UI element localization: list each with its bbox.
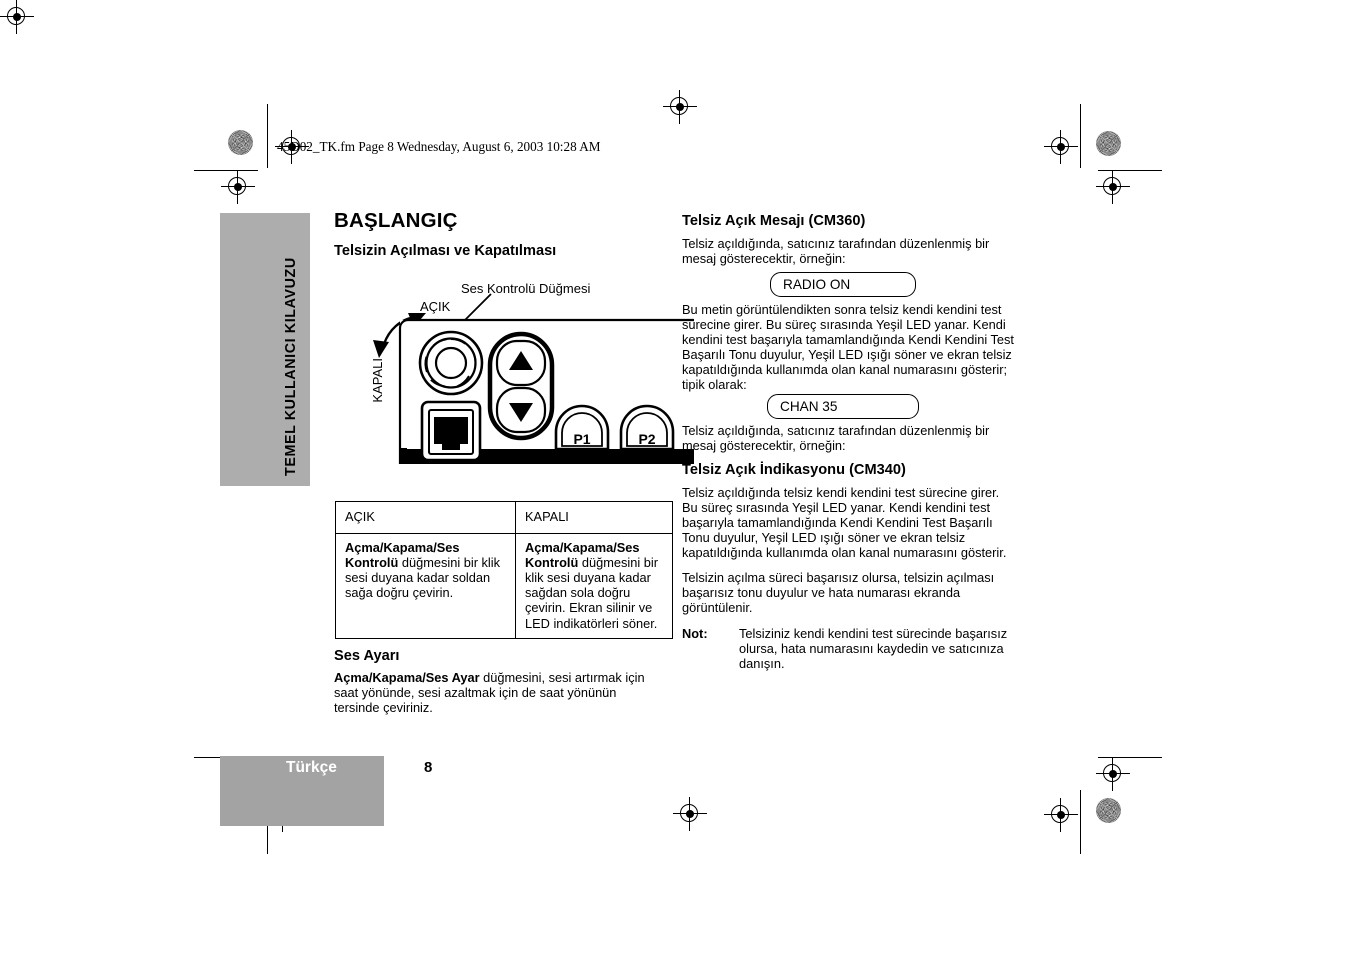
heading-cm340: Telsiz Açık İndikasyonu (CM340) bbox=[682, 462, 906, 478]
page-number: 8 bbox=[424, 759, 433, 776]
lcd-display-radio-on: RADIO ON bbox=[770, 272, 916, 297]
cm360-paragraph-3: Telsiz açıldığında, satıcınız tarafından… bbox=[682, 423, 990, 454]
registration-mark-left-upper bbox=[221, 170, 255, 204]
label-on: AÇIK bbox=[420, 299, 451, 314]
chapter-title: BAŞLANGIÇ bbox=[334, 209, 458, 232]
table-header-off: KAPALI bbox=[515, 500, 673, 535]
density-dot-bottom-right bbox=[1096, 798, 1121, 823]
programmable-button-p2: P2 bbox=[619, 404, 675, 451]
cm340-paragraph-1: Telsiz açıldığında telsiz kendi kendini … bbox=[682, 485, 1007, 561]
registration-mark-top-right bbox=[1044, 130, 1078, 164]
registration-mark-bottom-right bbox=[1044, 798, 1078, 832]
cm340-paragraph-2: Telsizin açılma süreci başarısız olursa,… bbox=[682, 570, 995, 616]
crop-rule-top-left-v bbox=[267, 104, 269, 168]
svg-text:P1: P1 bbox=[573, 431, 590, 447]
density-dot-top-left bbox=[228, 130, 253, 155]
cm360-paragraph-1: Telsiz açıldığında, satıcınız tarafından… bbox=[682, 236, 990, 267]
table-header-on: AÇIK bbox=[335, 500, 516, 535]
registration-mark-right-lower bbox=[1096, 757, 1130, 791]
volume-paragraph-bold: Açma/Kapama/Ses Ayar bbox=[334, 670, 480, 685]
registration-mark-top-center bbox=[663, 90, 697, 124]
note-block: Not: Telsiziniz kendi kendini test sürec… bbox=[682, 626, 1016, 671]
printed-page: 45D02_TK.fm Page 8 Wednesday, August 6, … bbox=[0, 0, 1351, 954]
note-text: Telsiziniz kendi kendini test sürecinde … bbox=[739, 626, 1008, 672]
lcd-display-chan-text: CHAN 35 bbox=[780, 399, 838, 414]
radio-diagram-svg: P1 P2 bbox=[373, 293, 694, 464]
footer-language-label: Türkçe bbox=[286, 759, 337, 776]
table-header-row: AÇIK KAPALI bbox=[335, 500, 673, 535]
heading-cm360: Telsiz Açık Mesajı (CM360) bbox=[682, 213, 866, 229]
section-heading-power: Telsizin Açılması ve Kapatılması bbox=[334, 243, 557, 259]
crop-rule-top-right-v bbox=[1080, 104, 1082, 168]
section-heading-volume: Ses Ayarı bbox=[334, 648, 400, 664]
svg-text:P2: P2 bbox=[638, 431, 655, 447]
density-dot-top-right bbox=[1096, 131, 1121, 156]
registration-mark-right-upper bbox=[1096, 170, 1130, 204]
cm360-paragraph-2: Bu metin görüntülendikten sonra telsiz k… bbox=[682, 302, 1014, 393]
programmable-button-p1: P1 bbox=[554, 404, 610, 451]
table-cell-on-instructions: Açma/Kapama/Ses Kontrolü düğmesini bir k… bbox=[335, 533, 516, 639]
volume-paragraph: Açma/Kapama/Ses Ayar düğmesini, sesi art… bbox=[334, 670, 654, 715]
radio-front-panel-diagram: P1 P2 bbox=[334, 272, 694, 487]
table-cell-off-instructions: Açma/Kapama/Ses Kontrolü düğmesini bir k… bbox=[515, 533, 673, 639]
power-on-off-table: AÇIK KAPALI Açma/Kapama/Ses Kontrolü düğ… bbox=[335, 500, 673, 639]
channel-rocker-buttons bbox=[487, 331, 555, 441]
lcd-display-chan: CHAN 35 bbox=[767, 394, 919, 419]
note-label: Not: bbox=[682, 626, 708, 641]
crop-rule-bottom-right-v bbox=[1080, 790, 1082, 854]
registration-mark-bottom-center bbox=[673, 797, 707, 831]
registration-mark-top-left bbox=[0, 0, 34, 34]
table-row: Açma/Kapama/Ses Kontrolü düğmesini bir k… bbox=[335, 533, 673, 639]
volume-knob-icon bbox=[418, 330, 484, 396]
side-tab-label: TEMEL KULLANICI KILAVUZU bbox=[283, 257, 299, 476]
accessory-connector-icon bbox=[420, 400, 482, 462]
lcd-display-radio-on-text: RADIO ON bbox=[783, 277, 851, 292]
label-off: KAPALI bbox=[370, 358, 385, 403]
volume-callout-label: Ses Kontrolü Düğmesi bbox=[461, 281, 591, 296]
running-header: 45D02_TK.fm Page 8 Wednesday, August 6, … bbox=[277, 139, 601, 154]
